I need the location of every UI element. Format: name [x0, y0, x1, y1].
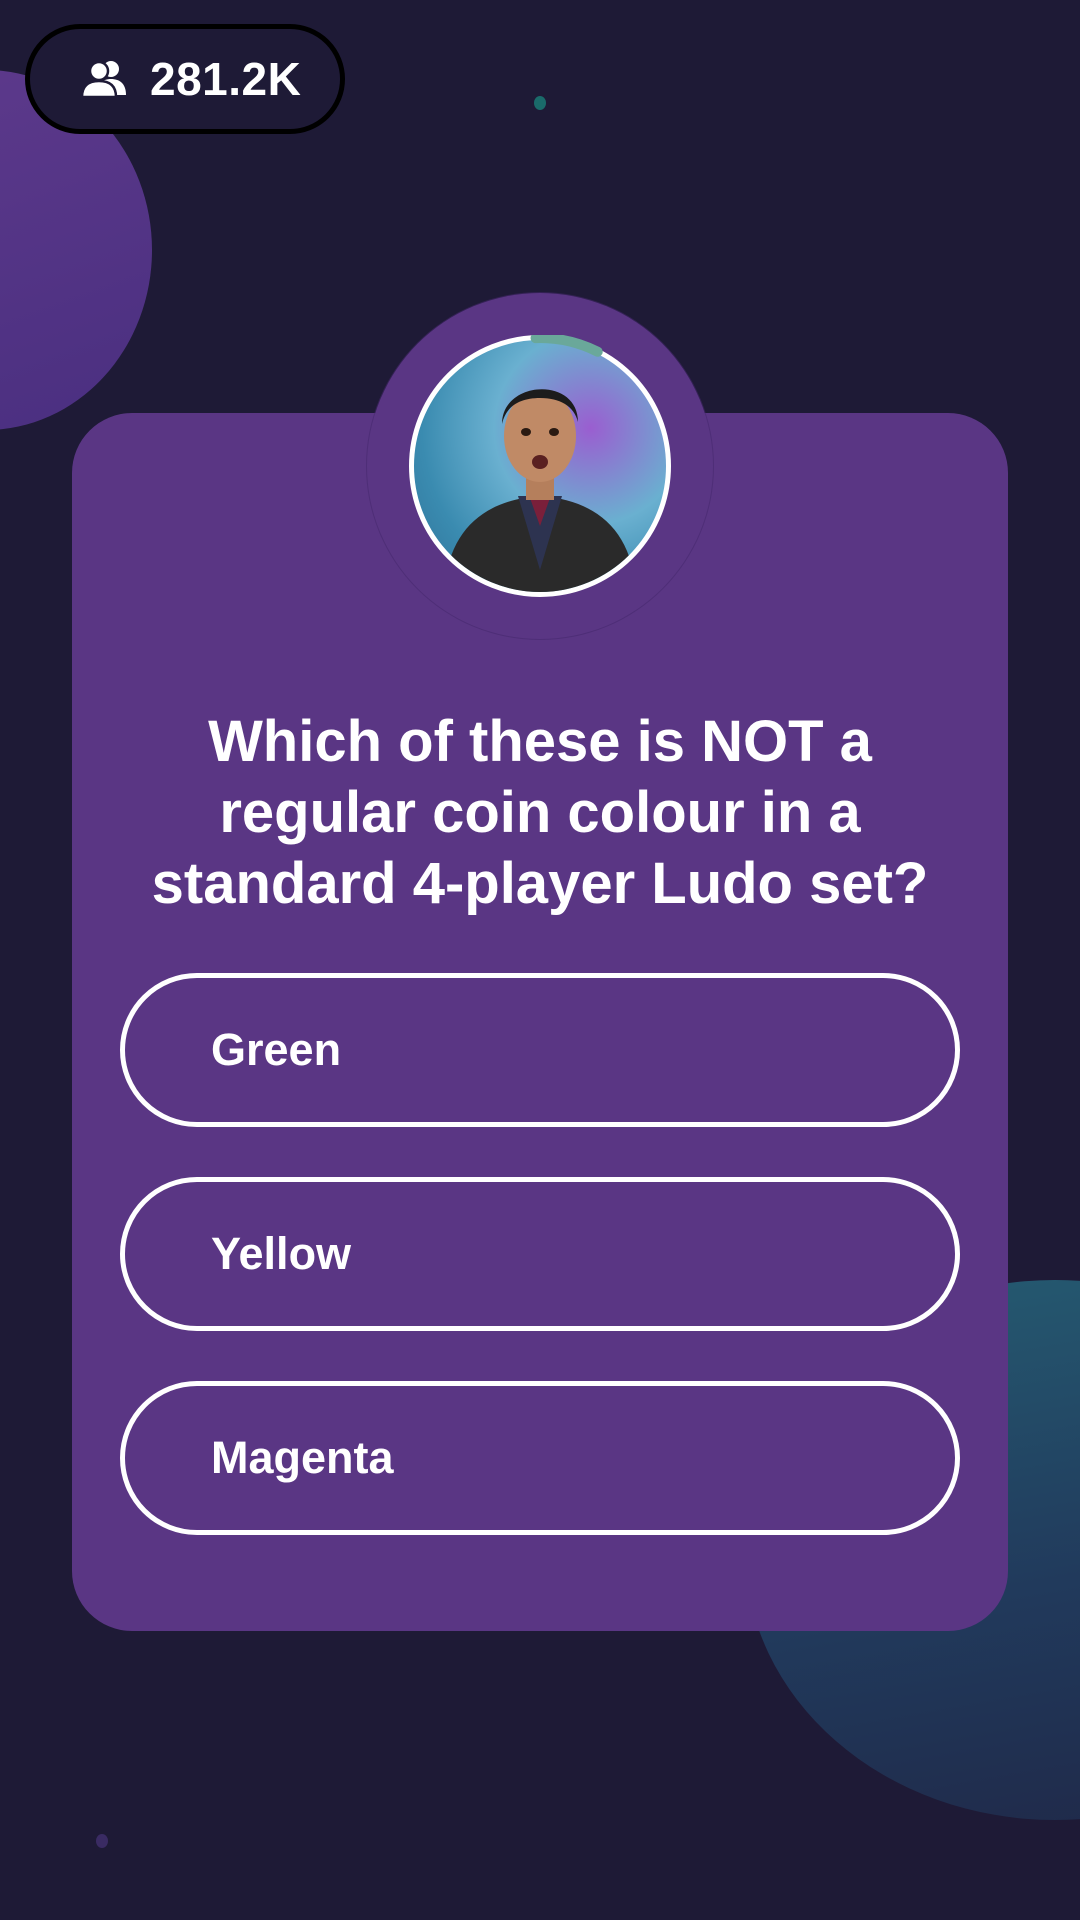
answer-option-label: Magenta: [211, 1432, 394, 1483]
question-text: Which of these is NOT a regular coin col…: [151, 709, 929, 916]
answer-option-3[interactable]: Magenta: [120, 1381, 960, 1535]
users-icon: [80, 59, 130, 99]
answer-option-label: Yellow: [211, 1228, 352, 1279]
answer-option-label: Green: [211, 1024, 342, 1075]
viewer-count-badge: 281.2K: [25, 24, 345, 134]
trivia-screen: 281.2K Which of these is NOT a regular c…: [0, 0, 1080, 1920]
viewer-count: 281.2K: [150, 53, 302, 105]
countdown-timer-ring: [409, 335, 671, 597]
decorative-dot: [96, 1834, 108, 1848]
answer-option-1[interactable]: Green: [120, 973, 960, 1127]
answer-option-2[interactable]: Yellow: [120, 1177, 960, 1331]
decorative-dot: [534, 96, 546, 110]
